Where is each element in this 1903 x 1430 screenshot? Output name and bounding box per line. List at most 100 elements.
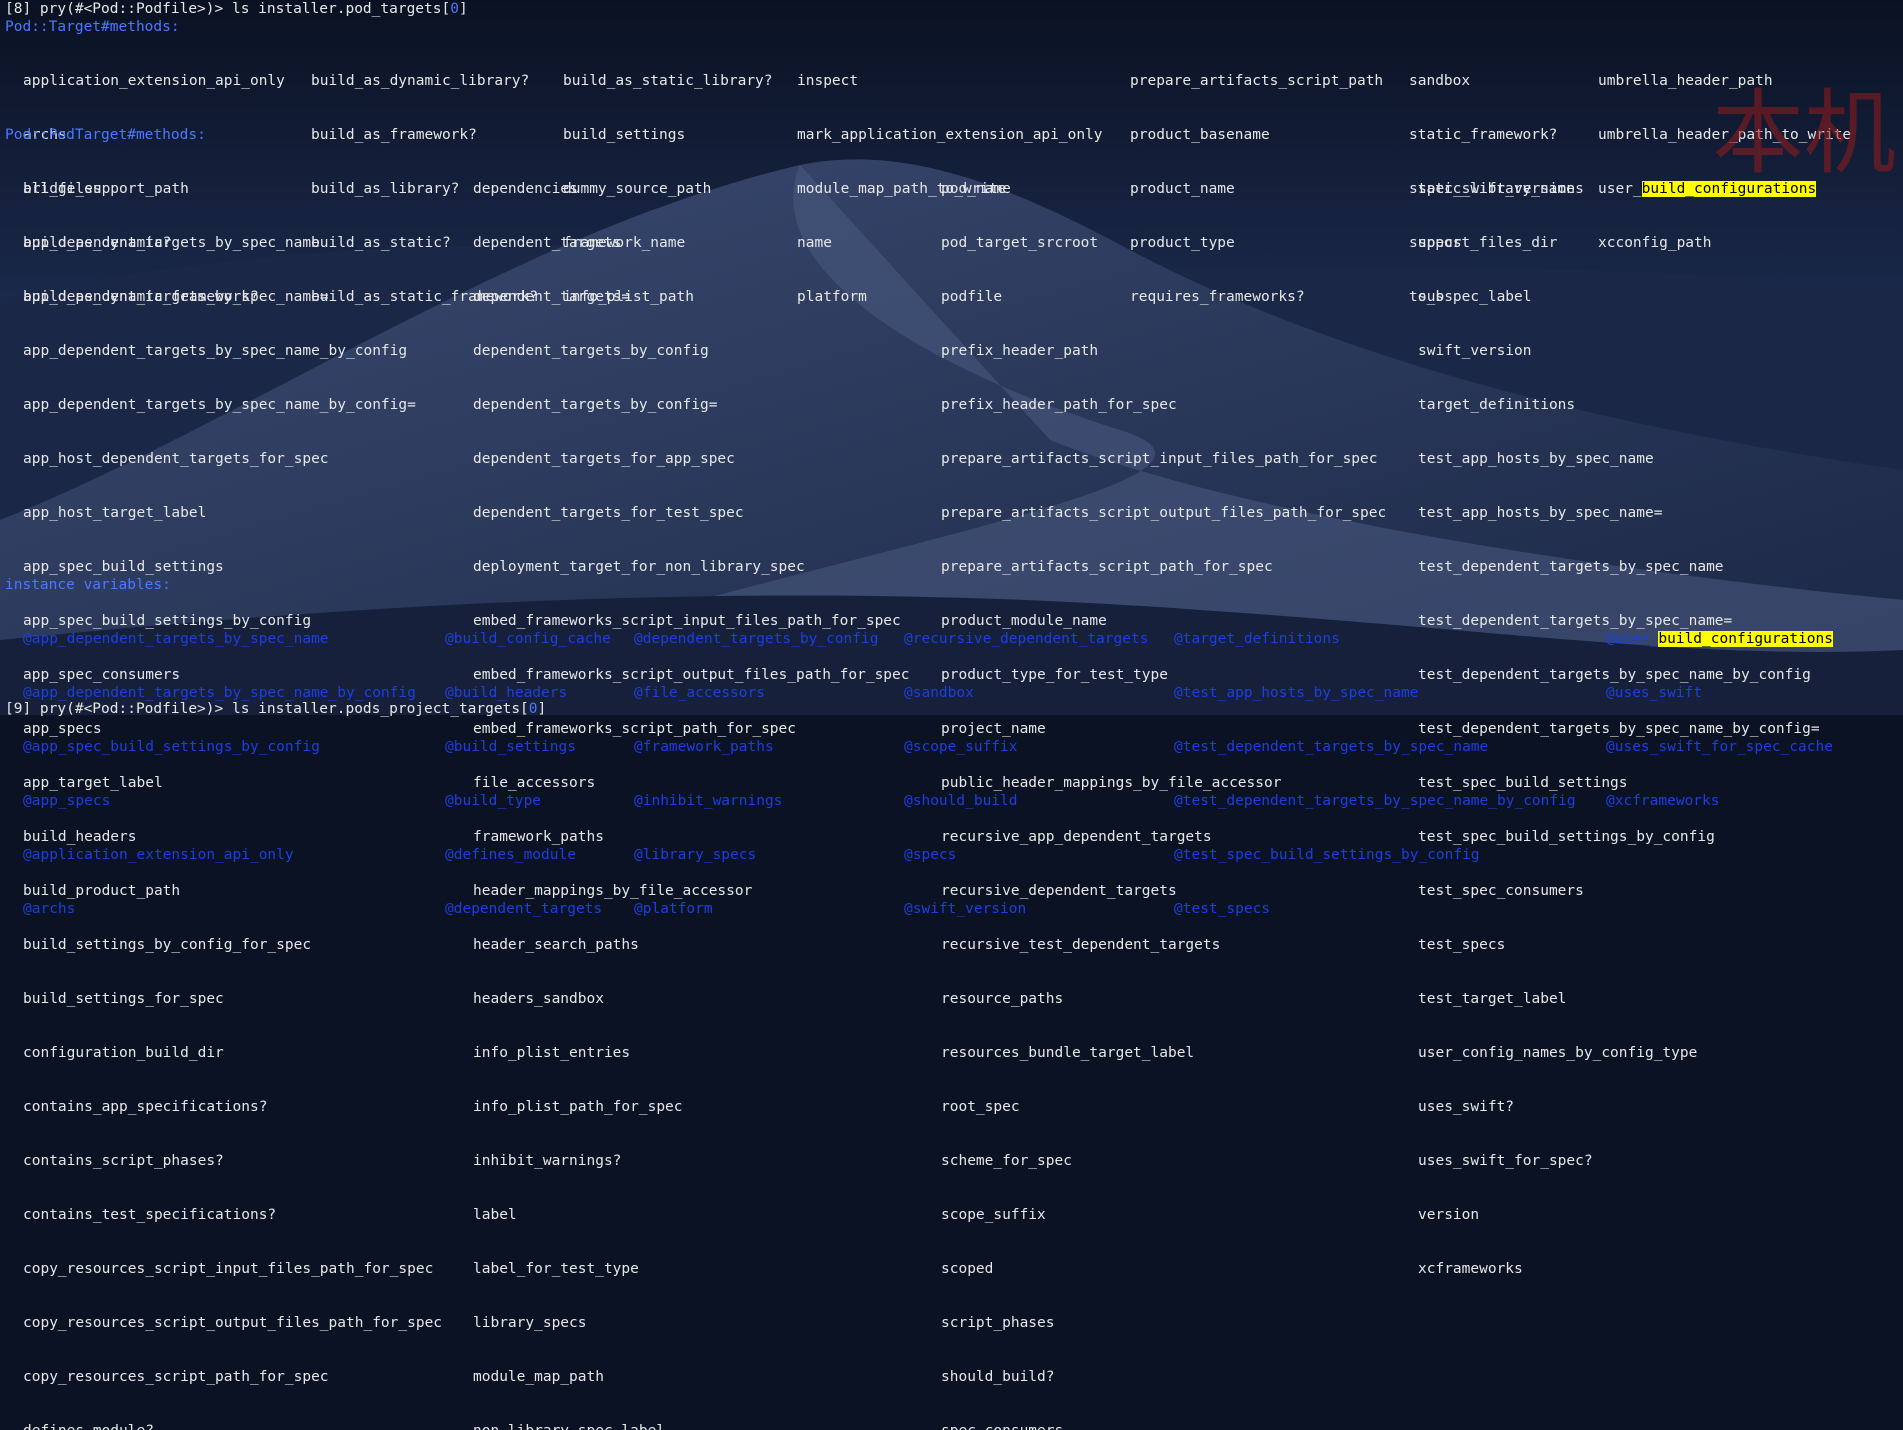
method-item: mark_application_extension_api_only [797,127,1103,143]
ivar-item: @test_dependent_targets_by_spec_name [1174,739,1489,755]
method-item: root_spec [941,1099,1020,1115]
method-item: version [1418,1207,1480,1223]
method-item: copy_resources_script_input_files_path_f… [23,1261,434,1277]
ivars-col-4: @recursive_dependent_targets @sandbox @s… [904,594,1148,954]
method-item: prepare_artifacts_script_input_files_pat… [941,451,1378,467]
method-item: test_app_hosts_by_spec_name= [1418,505,1663,521]
watermark-text: 本机 [1712,80,1897,187]
method-item: build_settings [563,127,686,143]
ivars-col-3: @dependent_targets_by_config @file_acces… [634,594,878,954]
ivar-item: @test_specs [1174,901,1271,917]
ivar-item: @archs [23,901,76,917]
method-item: sandbox [1409,73,1471,89]
method-item: podfile [941,289,1003,305]
method-item: build_settings_for_spec [23,991,224,1007]
instance-variables-header: instance variables: [5,577,171,593]
ivar-item: @file_accessors [634,685,765,701]
ivar-item: @scope_suffix [904,739,1018,755]
target-methods-header: Pod::Target#methods: [5,19,180,35]
ivar-item: @xcframeworks [1606,793,1720,809]
ivar-item: @test_dependent_targets_by_spec_name_by_… [1174,793,1576,809]
prompt-line-8[interactable]: [8] pry(#<Pod::Podfile>)> ls installer.p… [5,0,468,18]
method-item: swift_version [1418,343,1532,359]
method-item: configuration_build_dir [23,1045,224,1061]
ivar-item-highlighted: @user_build_configurations [1606,631,1833,647]
method-item: uses_swift? [1418,1099,1515,1115]
ivar-item: @target_definitions [1174,631,1340,647]
method-item: scope_suffix [941,1207,1046,1223]
method-item: dependent_targets_for_test_spec [473,505,744,521]
ivar-item: @uses_swift [1606,685,1703,701]
method-item: module_map_path [473,1369,604,1385]
ivar-item: @build_settings [445,739,576,755]
ivar-item: @app_specs [23,793,111,809]
prompt-command: [8] pry(#<Pod::Podfile>)> ls installer.p… [5,1,451,17]
ivar-item: @recursive_dependent_targets [904,631,1149,647]
method-item: info_plist_entries [473,1045,631,1061]
method-item: uses_swift_for_spec? [1418,1153,1593,1169]
method-item: build_as_dynamic_library? [311,73,530,89]
method-item: script_phases [941,1315,1055,1331]
method-item: should_build? [941,1369,1055,1385]
method-item: build_as_static_library? [563,73,773,89]
ivars-col-1: @app_dependent_targets_by_spec_name @app… [23,594,416,954]
method-item: product_basename [1130,127,1270,143]
ivar-item: @app_spec_build_settings_by_config [23,739,320,755]
method-item: specs [1418,235,1462,251]
ivar-item: @specs [904,847,957,863]
method-item: xcframeworks [1418,1261,1523,1277]
ivar-item: @application_extension_api_only [23,847,294,863]
terminal-output: [8] pry(#<Pod::Podfile>)> ls installer.p… [0,0,1903,1430]
method-item: contains_script_phases? [23,1153,224,1169]
ivar-item: @build_type [445,793,542,809]
method-item: dependent_targets [473,235,622,251]
method-item: spec_consumers [941,1422,1386,1430]
method-item: app_dependent_targets_by_spec_name [23,235,320,251]
ivars-col-6: @user_build_configurations @uses_swift @… [1606,594,1833,846]
method-item: resource_paths [941,991,1064,1007]
ivar-item: @inhibit_warnings [634,793,783,809]
method-item: test_app_hosts_by_spec_name [1418,451,1654,467]
method-item: deployment_target_for_non_library_spec [473,559,805,575]
method-item: prefix_header_path_for_spec [941,397,1177,413]
method-item: resources_bundle_target_label [941,1045,1195,1061]
method-item: prepare_artifacts_script_path [1130,73,1384,89]
method-item: contains_test_specifications? [23,1207,277,1223]
method-item: app_spec_build_settings [23,559,224,575]
method-item: headers_sandbox [473,991,604,1007]
method-item: app_host_target_label [23,505,207,521]
method-item: library_specs [473,1315,587,1331]
method-item: label_for_test_type [473,1261,639,1277]
ivar-item: @dependent_targets_by_config [634,631,879,647]
method-item: inspect [797,73,859,89]
ivar-item: @dependent_targets [445,901,603,917]
method-item: contains_app_specifications? [23,1099,268,1115]
method-item: copy_resources_script_output_files_path_… [23,1315,443,1331]
method-item: prepare_artifacts_script_output_files_pa… [941,505,1387,521]
prompt-index: 0 [450,1,459,17]
method-item: non_library_spec_label [473,1422,910,1430]
method-item: dependencies [473,181,578,197]
method-item: application_extension_api_only [23,73,285,89]
method-item: test_dependent_targets_by_spec_name [1418,559,1724,575]
method-item: scoped [941,1261,994,1277]
method-item: pod_name [941,181,1011,197]
ivar-item: @defines_module [445,847,576,863]
method-item: app_dependent_targets_by_spec_name_by_co… [23,343,408,359]
method-item: scheme_for_spec [941,1153,1072,1169]
method-item: defines_module? [23,1422,442,1430]
ivar-item: @test_app_hosts_by_spec_name [1174,685,1419,701]
method-item: label [473,1207,517,1223]
method-item: info_plist_path_for_spec [473,1099,683,1115]
ivar-item: @uses_swift_for_spec_cache [1606,739,1833,755]
method-item: prepare_artifacts_script_path_for_spec [941,559,1273,575]
method-item: target_definitions [1418,397,1576,413]
prompt-line-9[interactable]: [9] pry(#<Pod::Podfile>)> ls installer.p… [5,700,546,718]
ivars-col-2: @build_config_cache @build_headers @buil… [445,594,611,954]
podtarget-methods-header: Pod::PodTarget#methods: [5,127,206,143]
method-item: prefix_header_path [941,343,1099,359]
ivar-item: @swift_version [904,901,1027,917]
method-item: test_target_label [1418,991,1567,1007]
ivar-item: @test_spec_build_settings_by_config [1174,847,1480,863]
prompt-close: ] [458,1,468,17]
